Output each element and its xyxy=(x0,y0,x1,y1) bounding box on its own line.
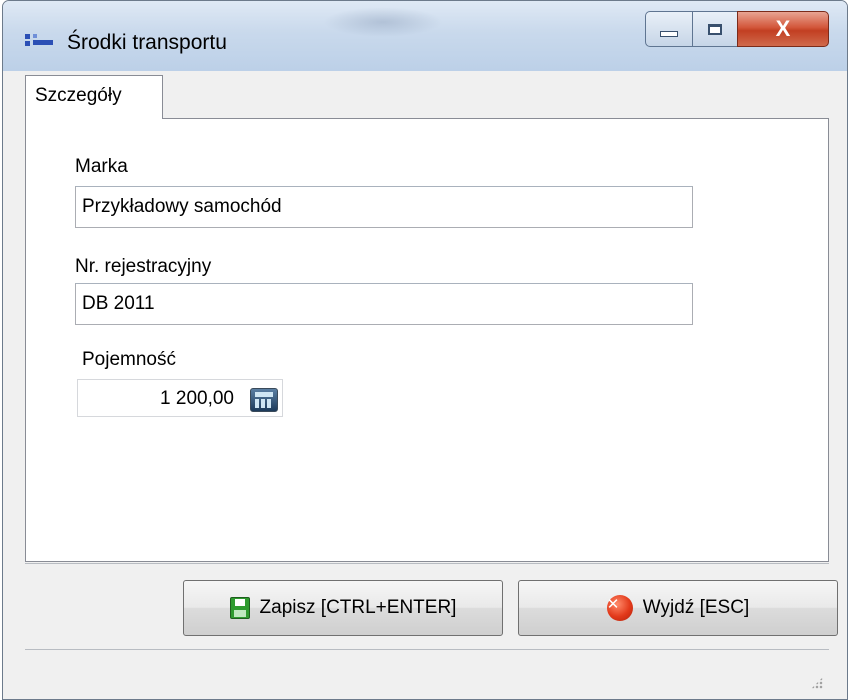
marka-label: Marka xyxy=(75,156,128,177)
footer-separator xyxy=(25,563,829,564)
exit-button[interactable]: ✕ Wyjdź [ESC] xyxy=(518,580,838,636)
tab-panel xyxy=(25,118,829,562)
maximize-icon xyxy=(708,23,722,35)
title-bar-background-blur xyxy=(323,7,443,37)
calculator-icon[interactable] xyxy=(250,388,278,412)
close-icon: X xyxy=(775,16,791,41)
resize-grip-icon[interactable] xyxy=(811,677,823,689)
calculator-screen xyxy=(255,392,273,397)
application-window: Środki transportu X Szczegóły Marka Przy… xyxy=(2,0,848,700)
maximize-button[interactable] xyxy=(692,11,738,47)
marka-field[interactable]: Przykładowy samochód xyxy=(75,186,693,228)
close-circle-icon: ✕ xyxy=(606,595,633,621)
marka-value: Przykładowy samochód xyxy=(82,196,282,217)
pojemnosc-label: Pojemność xyxy=(82,349,176,370)
status-bar xyxy=(25,649,829,695)
exit-button-label: Wyjdź [ESC] xyxy=(642,597,750,618)
minimize-icon xyxy=(660,31,678,37)
close-button[interactable]: X xyxy=(737,11,829,47)
save-button-label: Zapisz [CTRL+ENTER] xyxy=(259,597,457,618)
window-title: Środki transportu xyxy=(67,31,227,54)
tab-szczegoly[interactable]: Szczegóły xyxy=(25,75,163,119)
save-button[interactable]: Zapisz [CTRL+ENTER] xyxy=(183,580,503,636)
minimize-button[interactable] xyxy=(645,11,693,47)
app-window-icon xyxy=(25,34,53,46)
pojemnosc-value: 1 200,00 xyxy=(160,388,234,409)
floppy-disk-icon xyxy=(229,597,250,619)
pojemnosc-field[interactable]: 1 200,00 xyxy=(77,379,283,417)
nr-rejestracyjny-label: Nr. rejestracyjny xyxy=(75,256,212,277)
title-bar[interactable]: Środki transportu X xyxy=(3,1,847,71)
nr-rejestracyjny-value: DB 2011 xyxy=(82,293,155,314)
nr-rejestracyjny-field[interactable]: DB 2011 xyxy=(75,283,693,325)
calculator-keys xyxy=(255,399,273,408)
